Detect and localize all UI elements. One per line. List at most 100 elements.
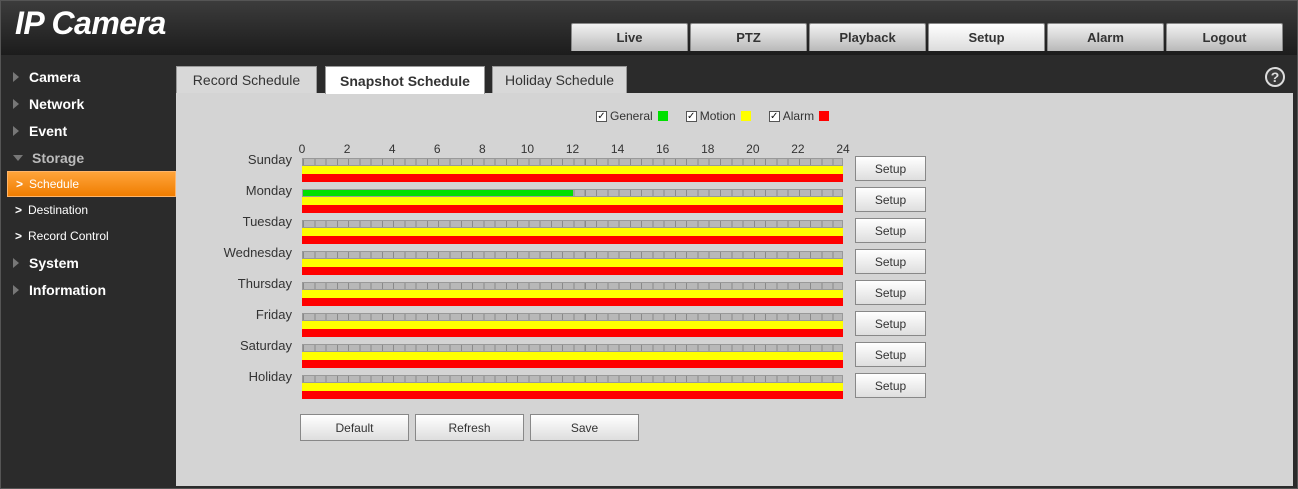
- sidebar-item-label: Camera: [29, 68, 81, 85]
- setup-button-tuesday[interactable]: Setup: [855, 218, 926, 243]
- logo: IP Camera: [15, 5, 166, 41]
- checkbox-alarm[interactable]: ✓: [768, 110, 780, 122]
- triangle-right-icon: [13, 284, 19, 295]
- sidebar-item-label: Event: [29, 122, 68, 139]
- setup-button-wednesday[interactable]: Setup: [855, 249, 926, 274]
- motion-timeline[interactable]: [302, 166, 843, 174]
- sidebar-item-label: Schedule: [29, 177, 80, 191]
- general-timeline[interactable]: [302, 375, 843, 383]
- day-label-tuesday: Tuesday: [242, 214, 292, 229]
- legend-general[interactable]: ✓ General: [596, 109, 668, 123]
- schedule-row-holiday[interactable]: [302, 375, 843, 399]
- tab-snapshot-schedule[interactable]: Snapshot Schedule: [325, 66, 485, 94]
- triangle-right-icon: [13, 257, 19, 268]
- setup-button-friday[interactable]: Setup: [855, 311, 926, 336]
- schedule-row-tuesday[interactable]: [302, 220, 843, 244]
- alarm-timeline[interactable]: [302, 236, 843, 244]
- sidebar-item-label: Information: [29, 281, 106, 298]
- alarm-timeline[interactable]: [302, 329, 843, 337]
- hour-tick-label: 20: [746, 142, 760, 156]
- schedule-row-saturday[interactable]: [302, 344, 843, 368]
- alarm-timeline[interactable]: [302, 205, 843, 213]
- nav-alarm-button[interactable]: Alarm: [1047, 23, 1164, 51]
- motion-timeline[interactable]: [302, 228, 843, 236]
- legend-swatch: [819, 111, 830, 121]
- schedule-row-monday[interactable]: [302, 189, 843, 213]
- sidebar-item-label: System: [29, 254, 79, 271]
- general-timeline[interactable]: [302, 158, 843, 166]
- chevron-right-icon: >: [16, 177, 24, 191]
- sidebar-item-camera[interactable]: Camera: [7, 63, 176, 90]
- general-timeline[interactable]: [302, 344, 843, 352]
- sidebar-item-destination[interactable]: > Destination: [7, 197, 176, 223]
- refresh-button[interactable]: Refresh: [415, 414, 524, 441]
- checkbox-motion[interactable]: ✓: [685, 110, 697, 122]
- nav-ptz-button[interactable]: PTZ: [690, 23, 807, 51]
- chevron-right-icon: >: [15, 203, 23, 217]
- hour-tick-label: 0: [298, 142, 306, 156]
- setup-button-monday[interactable]: Setup: [855, 187, 926, 212]
- legend-label: Alarm: [782, 109, 815, 123]
- setup-button-sunday[interactable]: Setup: [855, 156, 926, 181]
- sidebar-item-event[interactable]: Event: [7, 117, 176, 144]
- nav-live-button[interactable]: Live: [571, 23, 688, 51]
- sidebar-item-label: Storage: [32, 149, 85, 166]
- main-content: Record Schedule Snapshot Schedule Holida…: [176, 63, 1293, 486]
- alarm-timeline[interactable]: [302, 298, 843, 306]
- hour-tick-label: 2: [343, 142, 351, 156]
- sidebar-item-information[interactable]: Information: [7, 276, 176, 303]
- hour-tick-label: 4: [388, 142, 396, 156]
- motion-timeline[interactable]: [302, 352, 843, 360]
- setup-button-saturday[interactable]: Setup: [855, 342, 926, 367]
- general-timeline[interactable]: [302, 313, 843, 321]
- triangle-right-icon: [13, 71, 19, 82]
- day-label-holiday: Holiday: [248, 369, 292, 384]
- motion-timeline[interactable]: [302, 259, 843, 267]
- tab-bar: Record Schedule Snapshot Schedule Holida…: [176, 63, 1293, 94]
- schedule-row-sunday[interactable]: [302, 158, 843, 182]
- tab-holiday-schedule[interactable]: Holiday Schedule: [492, 66, 627, 93]
- motion-timeline[interactable]: [302, 321, 843, 329]
- schedule-row-thursday[interactable]: [302, 282, 843, 306]
- setup-button-thursday[interactable]: Setup: [855, 280, 926, 305]
- motion-timeline[interactable]: [302, 197, 843, 205]
- general-timeline[interactable]: [302, 282, 843, 290]
- checkbox-general[interactable]: ✓: [596, 110, 607, 122]
- sidebar-item-schedule[interactable]: > Schedule: [7, 171, 176, 197]
- nav-logout-button[interactable]: Logout: [1166, 23, 1283, 51]
- schedule-row-wednesday[interactable]: [302, 251, 843, 275]
- general-timeline[interactable]: [302, 189, 843, 197]
- legend-label: Motion: [699, 109, 736, 123]
- sidebar-item-system[interactable]: System: [7, 249, 176, 276]
- general-timeline[interactable]: [302, 220, 843, 228]
- header: IP Camera Live PTZ Playback Setup Alarm Logou…: [1, 1, 1297, 55]
- schedule-row-friday[interactable]: [302, 313, 843, 337]
- motion-timeline[interactable]: [302, 290, 843, 298]
- triangle-down-icon: [13, 154, 23, 161]
- setup-button-holiday[interactable]: Setup: [855, 373, 926, 398]
- alarm-timeline[interactable]: [302, 174, 843, 182]
- sidebar-item-label: Record Control: [28, 229, 109, 243]
- triangle-right-icon: [13, 125, 19, 136]
- sidebar-item-network[interactable]: Network: [7, 90, 176, 117]
- tab-record-schedule[interactable]: Record Schedule: [176, 66, 317, 93]
- alarm-timeline[interactable]: [302, 360, 843, 368]
- triangle-right-icon: [13, 98, 19, 109]
- alarm-timeline[interactable]: [302, 267, 843, 275]
- main-nav: Live PTZ Playback Setup Alarm Logout: [571, 23, 1283, 51]
- default-button[interactable]: Default: [300, 414, 409, 441]
- motion-timeline[interactable]: [302, 383, 843, 391]
- general-period-fill[interactable]: [303, 190, 573, 196]
- sidebar-item-record-control[interactable]: > Record Control: [7, 223, 176, 249]
- general-timeline[interactable]: [302, 251, 843, 259]
- hour-tick-label: 10: [520, 142, 535, 156]
- alarm-timeline[interactable]: [302, 391, 843, 399]
- chevron-right-icon: >: [15, 229, 23, 243]
- sidebar-item-storage[interactable]: Storage: [7, 144, 176, 171]
- nav-playback-button[interactable]: Playback: [809, 23, 926, 51]
- save-button[interactable]: Save: [530, 414, 639, 441]
- legend-alarm[interactable]: ✓ Alarm: [768, 109, 830, 123]
- help-icon[interactable]: ?: [1265, 67, 1285, 87]
- nav-setup-button[interactable]: Setup: [928, 23, 1045, 51]
- legend-motion[interactable]: ✓ Motion: [685, 109, 751, 123]
